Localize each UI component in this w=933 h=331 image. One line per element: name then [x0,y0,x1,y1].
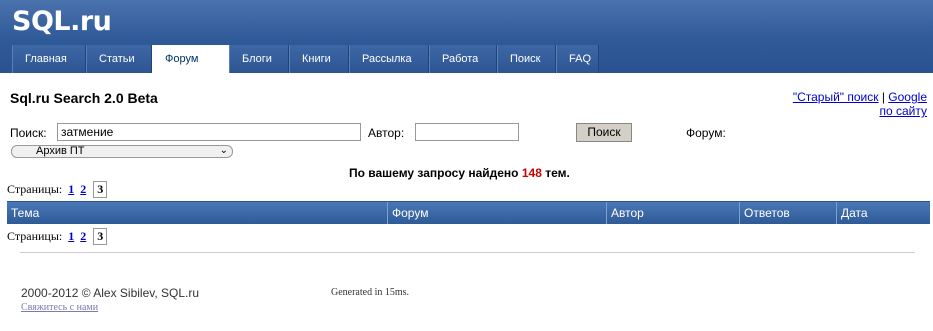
page-link-1[interactable]: 1 [68,229,74,243]
col-author[interactable]: Автор [607,202,740,224]
page-current: 3 [93,228,108,245]
author-input[interactable] [415,123,519,141]
col-date[interactable]: Дата [837,202,930,224]
pagination-bottom: Страницы: 1 2 3 [7,228,108,245]
old-search-link[interactable]: "Старый" поиск [793,90,879,104]
search-label: Поиск: [10,126,47,140]
result-suffix: тем. [541,166,570,180]
link-separator: | [878,90,889,104]
results-table-header: Тема Форум Автор Ответов Дата [7,201,930,224]
result-prefix: По вашему запросу найдено [349,166,522,180]
site-header: SQL.ru Главная Статьи Форум Блоги Книги … [0,0,933,73]
search-input[interactable] [57,123,361,141]
page-current: 3 [93,181,108,198]
col-forum[interactable]: Форум [388,202,607,224]
col-replies[interactable]: Ответов [740,202,837,224]
page-link-2[interactable]: 2 [80,182,86,196]
pagination-top: Страницы: 1 2 3 [7,181,108,198]
nav-faq[interactable]: FAQ [556,45,599,73]
result-summary: По вашему запросу найдено 148 тем. [349,166,570,180]
pagination-label: Страницы: [7,182,63,196]
nav-home[interactable]: Главная [12,45,86,73]
nav-articles[interactable]: Статьи [86,45,152,73]
google-site-link[interactable]: по сайту [879,104,927,118]
generated-time: Generated in 15ms. [331,287,410,298]
result-count: 148 [521,166,542,180]
page-link-1[interactable]: 1 [68,182,74,196]
nav-search[interactable]: Поиск [497,45,556,73]
chevron-down-icon: ⌄ [219,145,228,156]
author-label: Автор: [368,126,405,140]
col-topic[interactable]: Тема [7,202,388,224]
nav-books[interactable]: Книги [289,45,349,73]
search-button[interactable]: Поиск [576,123,632,142]
pagination-label: Страницы: [7,229,63,243]
main-nav: Главная Статьи Форум Блоги Книги Рассылк… [12,45,599,73]
nav-forum[interactable]: Форум [152,45,229,73]
alt-search-links: "Старый" поиск | Google по сайту [793,90,927,118]
nav-blogs[interactable]: Блоги [229,45,289,73]
forum-select[interactable]: Архив ПТ ⌄ [11,145,233,158]
site-logo[interactable]: SQL.ru [12,6,112,37]
contact-link[interactable]: Свяжитесь с нами [21,302,98,313]
footer-divider [20,252,915,253]
google-link[interactable]: Google [888,90,927,104]
page-title: Sql.ru Search 2.0 Beta [10,90,158,106]
copyright: 2000-2012 © Alex Sibilev, SQL.ru [21,286,200,300]
forum-label: Форум: [686,126,726,140]
forum-select-value: Архив ПТ [36,145,85,157]
nav-jobs[interactable]: Работа [429,45,497,73]
nav-mailing[interactable]: Рассылка [349,45,429,73]
page-link-2[interactable]: 2 [80,229,86,243]
